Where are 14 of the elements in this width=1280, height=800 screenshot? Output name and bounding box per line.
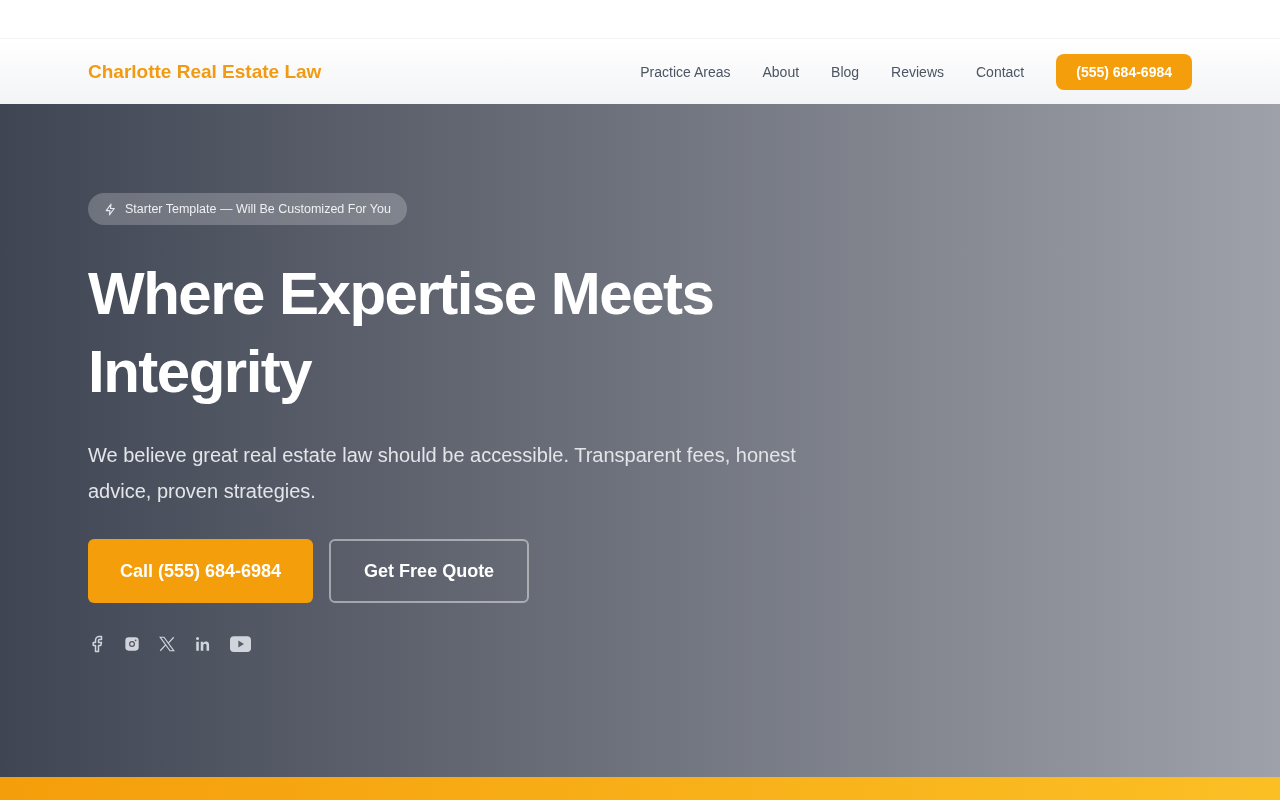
instagram-icon[interactable] [124,636,140,652]
quote-button[interactable]: Get Free Quote [329,539,530,603]
youtube-icon[interactable] [230,636,251,652]
hero-title: Where Expertise Meets Integrity [88,259,715,407]
badge-text: Starter Template — Will Be Customized For You [125,202,391,216]
nav-link[interactable]: Reviews [891,63,944,80]
nav-link[interactable]: About [762,63,800,80]
nav-link[interactable]: Practice Areas [640,63,731,80]
hero-subtitle: We believe great real estate law should be accessible. Transparent fees, honest advice, proven strategies. [88,443,797,504]
linkedin-icon[interactable] [194,635,212,653]
nav-link[interactable]: Contact [976,63,1025,80]
lightning-icon [104,202,117,216]
nav-link[interactable]: Blog [831,63,860,80]
x-icon[interactable] [158,635,176,653]
